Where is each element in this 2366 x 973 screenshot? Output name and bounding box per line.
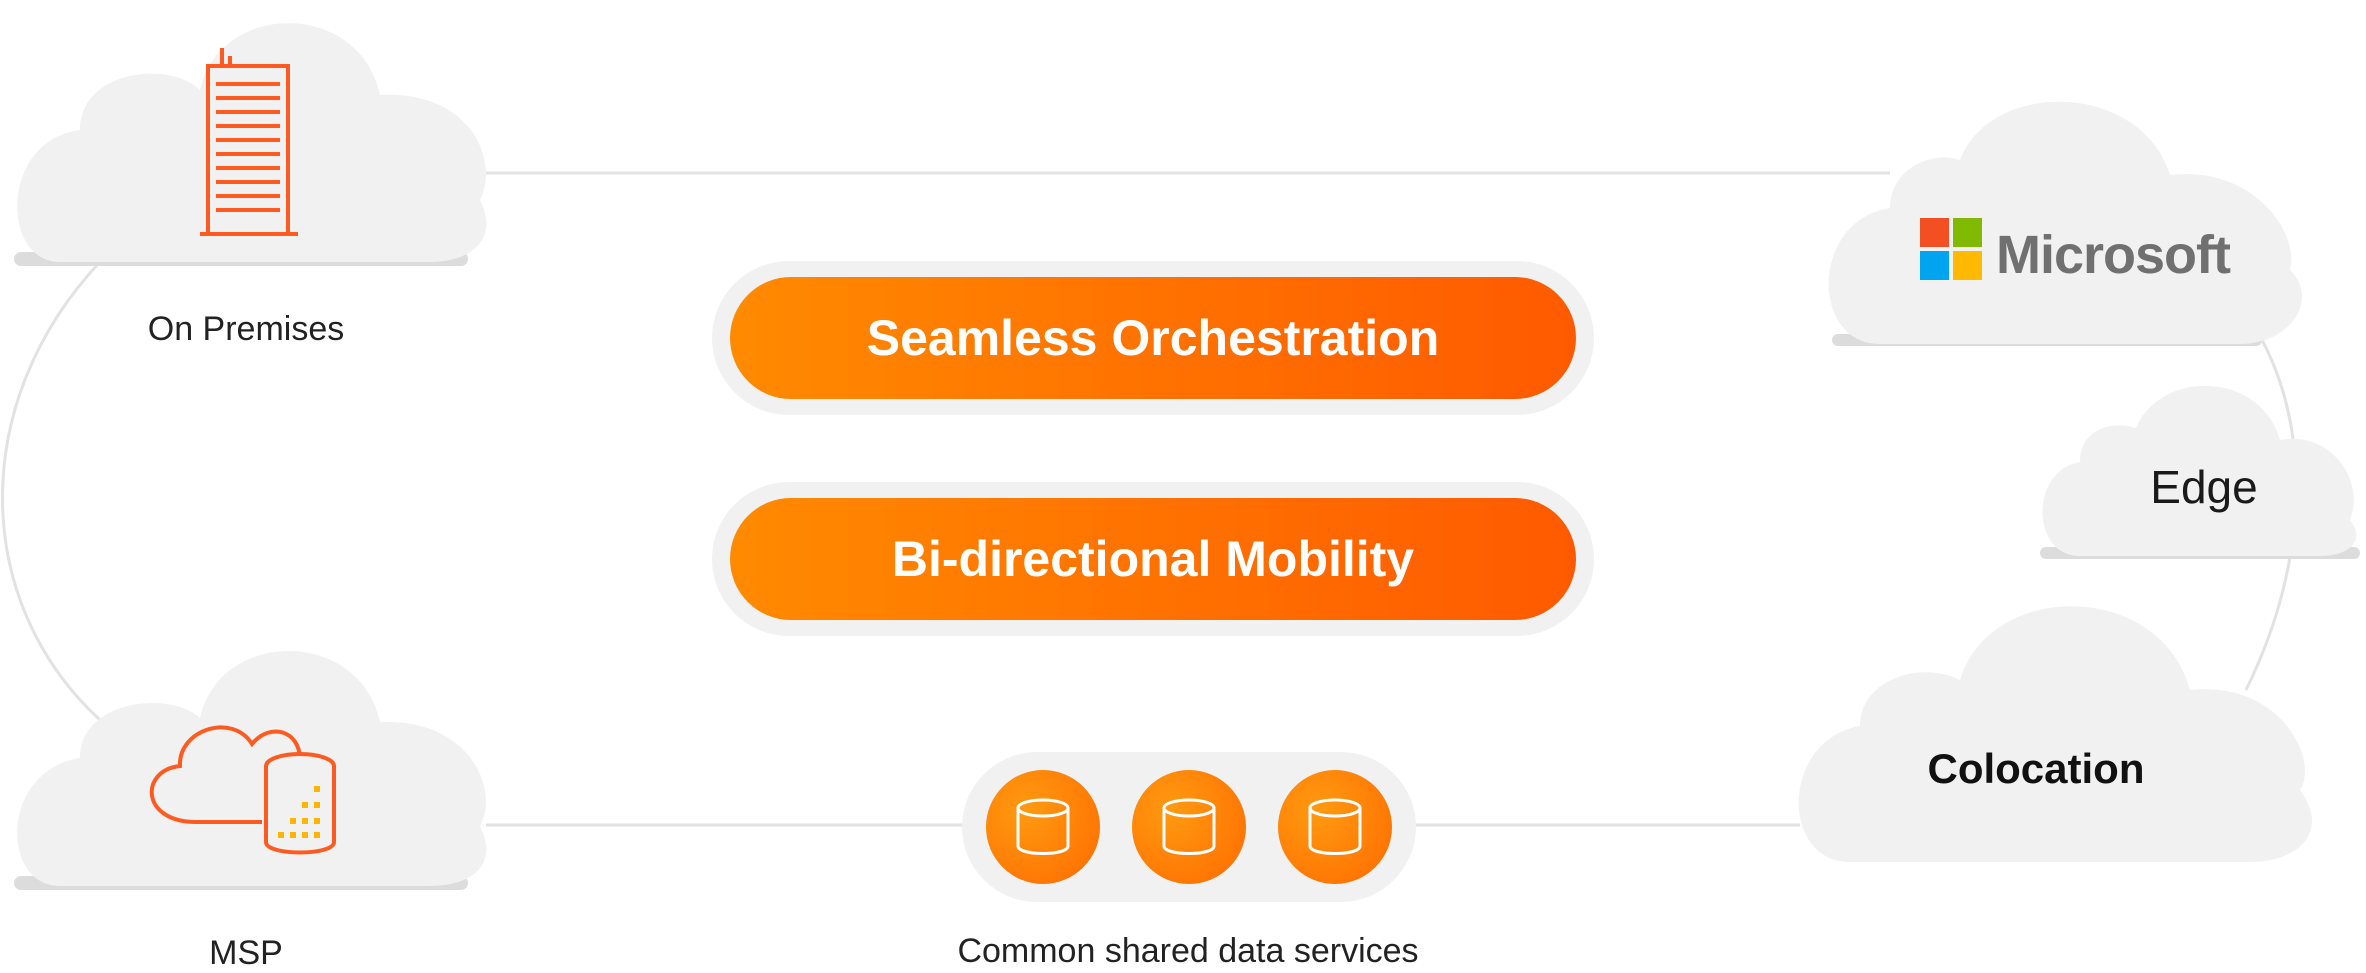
label-data-services: Common shared data services [957,932,1419,970]
connector-left-arc [1,260,102,722]
cloud-colocation [1798,606,2312,862]
microsoft-logo [1920,218,1982,280]
label-colocation: Colocation [1927,745,2145,792]
seamless-orchestration-pill: Seamless Orchestration [730,277,1576,399]
data-services-group [962,752,1416,902]
label-on-premises: On Premises [147,310,345,348]
label-edge: Edge [2150,461,2258,513]
label-msp: MSP [209,934,283,972]
database-icon [986,770,1100,884]
database-icon [1132,770,1246,884]
microsoft-wordmark: Microsoft [1996,225,2231,285]
mobility-pill-container: Bi-directional Mobility [712,482,1594,636]
orchestration-pill-container: Seamless Orchestration [712,261,1594,415]
database-icon [1278,770,1392,884]
bi-directional-mobility-pill: Bi-directional Mobility [730,498,1576,620]
cloud-on-premises [14,23,487,266]
cloud-msp [14,650,487,890]
